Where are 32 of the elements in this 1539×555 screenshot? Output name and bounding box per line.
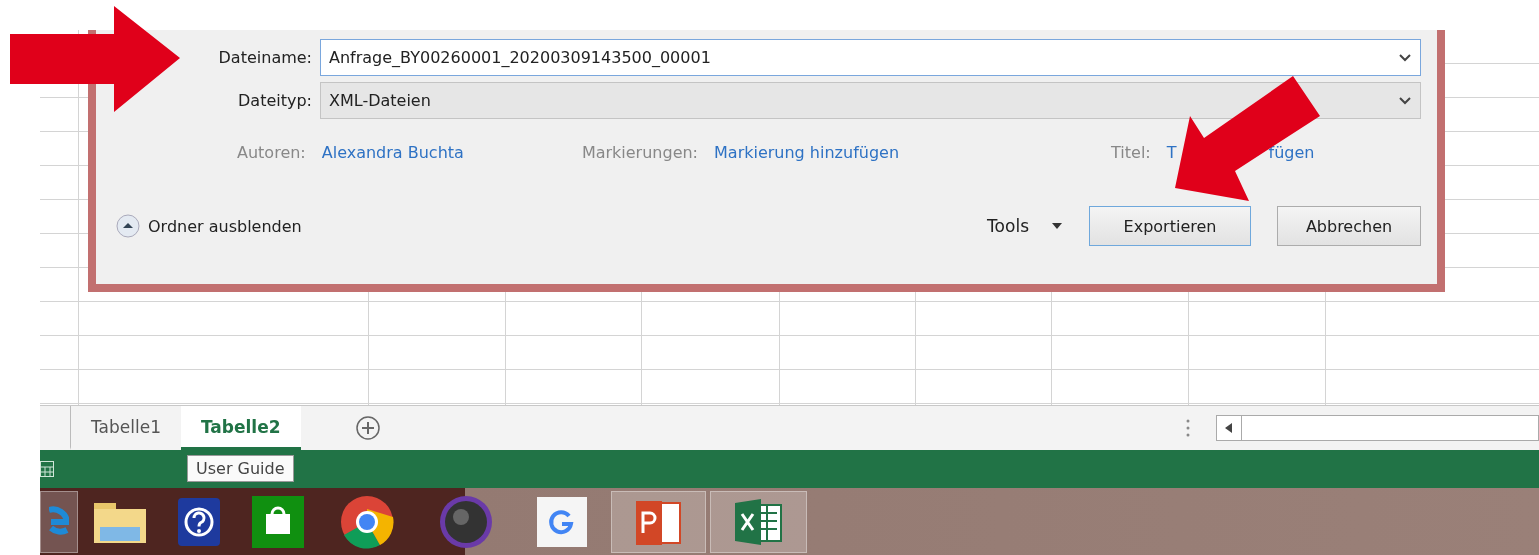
hide-folders-link[interactable]: Ordner ausblenden <box>148 216 302 236</box>
dial-icon <box>438 494 493 549</box>
letter-g-icon <box>537 496 587 547</box>
store-icon <box>251 495 304 548</box>
splitter-dots-icon[interactable] <box>1185 419 1190 437</box>
tools-menu[interactable]: Tools <box>987 216 1029 236</box>
metadata-link[interactable]: Alexandra Buchta <box>321 142 464 162</box>
metadata-label: Autoren: <box>237 142 306 162</box>
dialog-button[interactable]: Abbrechen <box>1277 206 1421 246</box>
collapse-up-icon[interactable] <box>116 214 140 238</box>
spreadsheet-icon <box>732 496 785 547</box>
filetype-dropdown[interactable]: XML-Dateien <box>320 82 1421 119</box>
metadata-link[interactable]: fügen <box>1268 142 1315 162</box>
sheet-tab[interactable]: Tabelle2 <box>180 406 301 450</box>
sheet-status-icon <box>40 461 54 477</box>
tooltip: User Guide <box>187 455 294 482</box>
caret-down-icon[interactable] <box>1051 222 1063 230</box>
metadata-link[interactable]: Markierung hinzufügen <box>714 142 900 162</box>
dialog-button[interactable]: Exportieren <box>1089 206 1251 246</box>
metadata-label: Markierungen: <box>581 142 698 162</box>
taskbar-button[interactable] <box>710 490 807 553</box>
chevron-down-icon[interactable] <box>1398 52 1412 63</box>
browser-icon <box>339 494 394 549</box>
help-icon <box>175 495 222 548</box>
chevron-down-icon[interactable] <box>1398 95 1412 106</box>
metadata-link[interactable]: T <box>1166 142 1177 162</box>
add-sheet-icon[interactable] <box>354 415 381 441</box>
field-label: Dateiname: <box>217 48 313 67</box>
field-label: Dateityp: <box>237 91 313 110</box>
filename-field[interactable]: Anfrage_BY00260001_20200309143500_00001 <box>320 39 1421 76</box>
horizontal-scrollbar[interactable] <box>1215 415 1539 441</box>
metadata-label: Titel: <box>1111 142 1151 162</box>
